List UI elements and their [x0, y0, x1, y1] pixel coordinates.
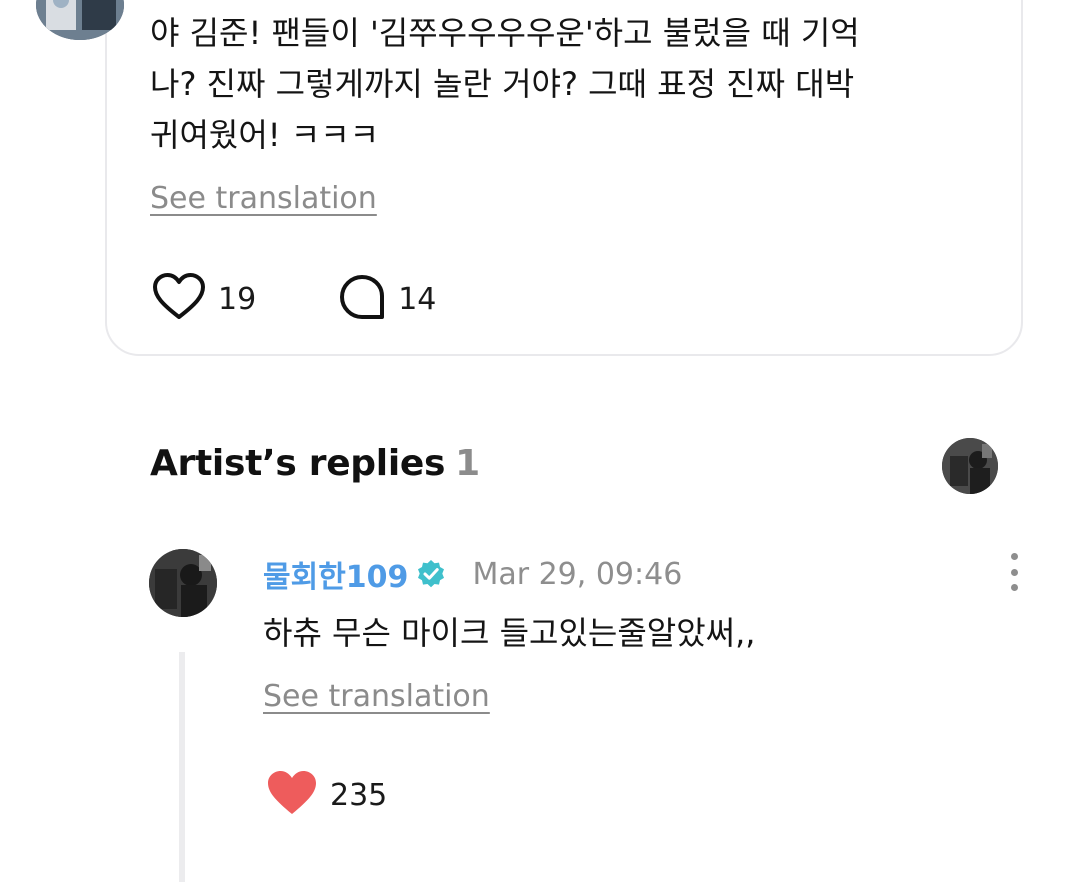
reply-timestamp: Mar 29, 09:46: [472, 556, 683, 592]
more-vertical-icon-dot: [1010, 584, 1018, 591]
reply-like-count: 235: [330, 777, 388, 813]
reply-see-translation-link[interactable]: See translation: [263, 679, 490, 714]
reply-body-text: 하츄 무슨 마이크 들고있는줄알았써,,: [263, 614, 756, 652]
artist-replies-title: Artist’s replies: [150, 443, 446, 484]
reply-author-avatar[interactable]: [149, 549, 217, 617]
post-like-count: 19: [218, 281, 257, 317]
reply-header: 물회한109 Mar 29, 09:46: [263, 552, 683, 596]
post-comment-button[interactable]: 14: [338, 273, 436, 325]
artist-avatar[interactable]: [942, 438, 998, 494]
artist-replies-count: 1: [455, 443, 480, 484]
reply-username[interactable]: 물회한109: [263, 552, 408, 596]
post-actions: 19 14: [152, 273, 436, 325]
reply-thread-line: [179, 652, 185, 882]
artist-replies-heading: Artist’s replies 1: [150, 443, 480, 484]
reply-like-button[interactable]: 235: [266, 770, 387, 820]
more-vertical-icon-dot: [1010, 553, 1018, 560]
verified-badge-icon: [416, 559, 446, 589]
post-see-translation-link[interactable]: See translation: [150, 181, 377, 216]
heart-filled-icon: [266, 770, 318, 820]
post-like-button[interactable]: 19: [152, 273, 256, 325]
post-comment-count: 14: [398, 281, 437, 317]
post-body-text: 야 김준! 팬들이 '김쭈우우우우운'하고 불렀을 때 기억 나? 진짜 그렇게…: [150, 14, 860, 154]
speech-bubble-icon: [338, 273, 386, 325]
more-vertical-icon-dot: [1010, 568, 1018, 576]
heart-outline-icon: [152, 273, 206, 325]
more-options-button[interactable]: [1002, 553, 1026, 591]
